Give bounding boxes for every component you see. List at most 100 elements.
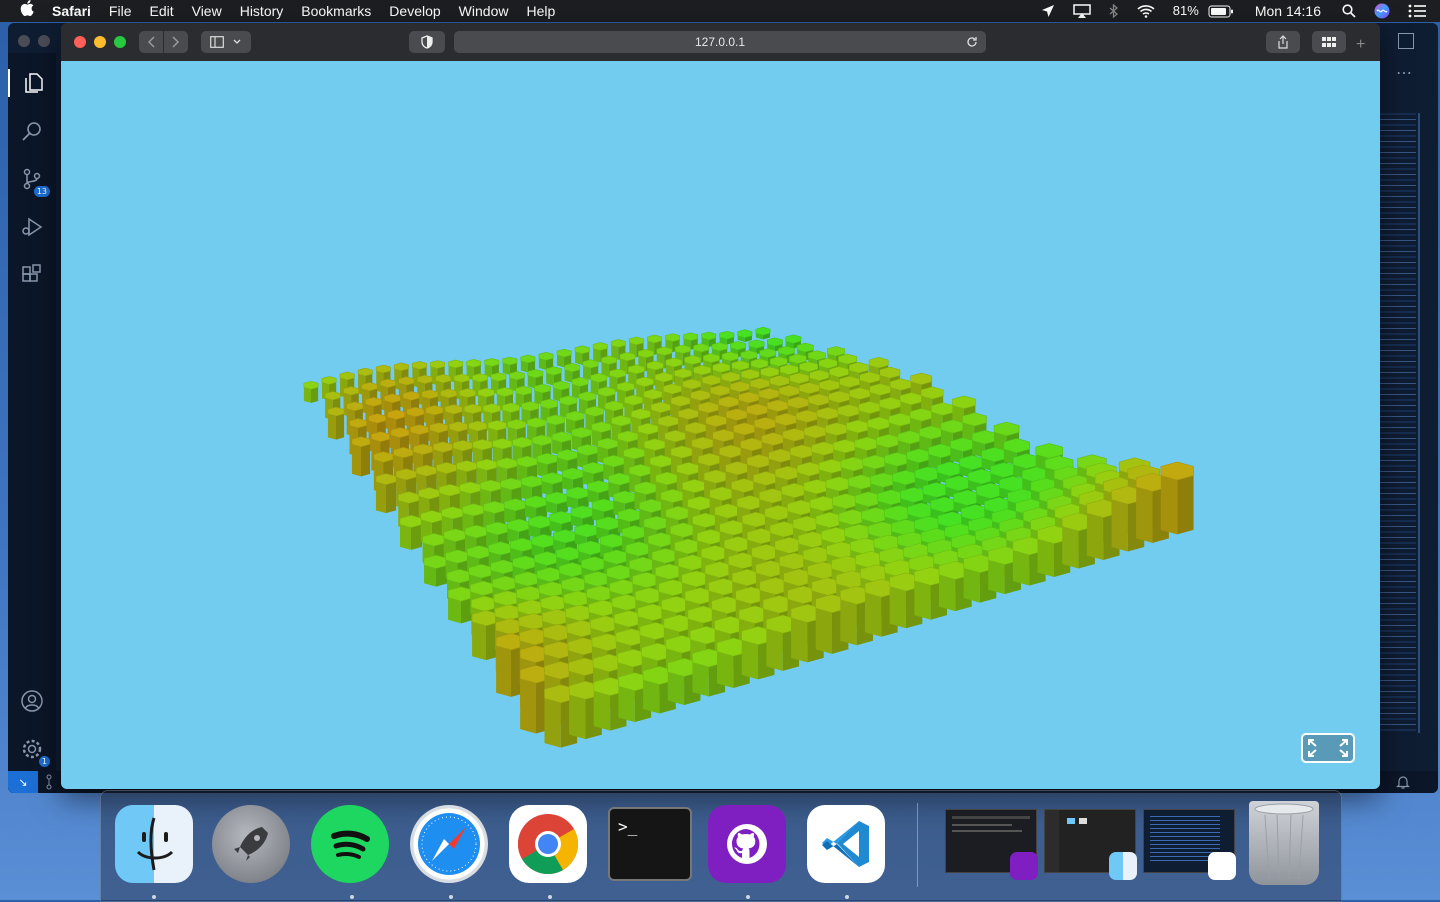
hex-column-side <box>1012 550 1030 586</box>
hex-column-top <box>578 391 597 402</box>
terminal-icon[interactable]: >_ <box>608 807 692 881</box>
hex-column-top <box>609 368 626 379</box>
hex-column-top <box>710 384 730 397</box>
airplay-icon[interactable] <box>1064 4 1100 18</box>
clock[interactable]: Mon 14:16 <box>1243 0 1333 22</box>
hex-column-top <box>920 386 944 400</box>
menu-window[interactable]: Window <box>450 0 518 22</box>
reload-icon[interactable] <box>966 36 978 48</box>
menu-history[interactable]: History <box>231 0 293 22</box>
hex-column-top <box>564 363 581 373</box>
search-icon[interactable] <box>18 117 46 145</box>
hex-column-top <box>623 447 646 460</box>
spotify-icon[interactable] <box>311 805 389 883</box>
finder-icon[interactable] <box>115 805 193 883</box>
hex-column-top <box>731 360 750 371</box>
manage-gear-icon[interactable]: 1 <box>18 735 50 767</box>
git-branch-icon[interactable] <box>46 774 58 793</box>
hex-column-top <box>848 362 869 374</box>
remote-indicator-icon[interactable]: ↘ <box>8 771 38 793</box>
vscode-minimap[interactable] <box>1380 113 1416 733</box>
minimized-github-window[interactable] <box>945 809 1038 880</box>
accounts-icon[interactable] <box>18 687 46 715</box>
new-tab-plus-icon[interactable]: + <box>1356 37 1365 53</box>
hex-column-top <box>778 345 795 356</box>
hex-column-top <box>740 368 760 380</box>
menu-bookmarks[interactable]: Bookmarks <box>292 0 380 22</box>
vscode-activity-bar: 13 1 <box>8 53 56 793</box>
tab-overview-button[interactable] <box>1312 31 1346 53</box>
safari-icon[interactable] <box>410 805 488 883</box>
hex-column-side <box>593 348 601 363</box>
run-debug-icon[interactable] <box>18 213 46 241</box>
menu-edit[interactable]: Edit <box>140 0 182 22</box>
address-bar[interactable]: 127.0.0.1 <box>454 31 986 53</box>
hex-column-top <box>484 358 500 367</box>
siri-icon[interactable] <box>1365 3 1399 19</box>
trash-icon[interactable] <box>1249 801 1319 885</box>
apple-menu[interactable] <box>0 0 43 22</box>
extensions-icon[interactable] <box>18 261 46 289</box>
chrome-icon[interactable] <box>509 805 587 883</box>
hex-column-top <box>837 404 861 418</box>
close-button[interactable] <box>74 36 86 48</box>
notifications-bell-icon[interactable] <box>1396 774 1410 793</box>
vscode-close-button[interactable] <box>18 35 30 47</box>
wifi-icon[interactable] <box>1128 4 1164 18</box>
hex-column-top <box>754 417 777 430</box>
hex-column-top <box>545 366 562 376</box>
source-control-icon[interactable]: 13 <box>18 165 50 197</box>
hex-column-top <box>839 375 860 388</box>
hex-column-top <box>650 401 671 413</box>
hex-column-top <box>540 398 559 409</box>
explorer-icon[interactable] <box>8 69 58 97</box>
vscode-scrollbar[interactable] <box>1418 113 1420 733</box>
sidebar-toggle-button[interactable] <box>201 31 251 53</box>
split-editor-icon[interactable] <box>1398 33 1414 49</box>
share-button[interactable] <box>1266 31 1300 53</box>
bluetooth-icon[interactable] <box>1100 4 1128 18</box>
web-content[interactable] <box>61 61 1380 789</box>
hex-column-top <box>693 365 712 376</box>
hex-column-top <box>399 515 423 528</box>
hex-column-top <box>769 375 790 387</box>
hex-terrain-canvas[interactable] <box>61 61 1380 789</box>
battery-icon[interactable] <box>1208 5 1243 18</box>
app-name-menu[interactable]: Safari <box>43 0 100 22</box>
location-icon[interactable] <box>1032 4 1064 18</box>
hex-column-top <box>617 430 639 443</box>
back-button[interactable] <box>139 31 163 53</box>
privacy-report-button[interactable] <box>409 31 445 53</box>
hex-column-side <box>375 481 386 514</box>
menu-view[interactable]: View <box>183 0 231 22</box>
menu-file[interactable]: File <box>100 0 141 22</box>
hex-column-top <box>496 387 514 397</box>
vscode-minimize-button[interactable] <box>38 35 50 47</box>
hex-column-side <box>1160 475 1178 535</box>
minimize-button[interactable] <box>94 36 106 48</box>
forward-button[interactable] <box>164 31 188 53</box>
menu-develop[interactable]: Develop <box>380 0 449 22</box>
hex-column-top <box>397 491 420 504</box>
vscode-icon[interactable] <box>807 805 885 883</box>
hex-column-top <box>701 374 721 386</box>
hex-column-top <box>868 357 889 369</box>
hex-column-side <box>1037 539 1054 578</box>
notification-center-icon[interactable] <box>1399 4 1440 18</box>
zoom-button[interactable] <box>114 36 126 48</box>
hex-column-top <box>629 464 652 477</box>
hex-column-side <box>569 694 586 740</box>
battery-percent[interactable]: 81% <box>1164 0 1208 22</box>
hex-column-top <box>490 372 507 382</box>
dock: >_ <box>100 790 1342 902</box>
minimized-finder-window[interactable] <box>1044 809 1137 880</box>
github-desktop-icon[interactable] <box>708 805 786 883</box>
more-actions-icon[interactable]: ⋯ <box>1396 63 1412 83</box>
spotlight-search-icon[interactable] <box>1333 4 1365 18</box>
hex-column-side <box>988 560 1005 595</box>
fullscreen-button[interactable] <box>1301 733 1355 763</box>
launchpad-icon[interactable] <box>212 805 290 883</box>
hex-column-top <box>683 332 699 341</box>
minimized-vscode-window[interactable] <box>1143 809 1236 880</box>
menu-help[interactable]: Help <box>517 0 564 22</box>
